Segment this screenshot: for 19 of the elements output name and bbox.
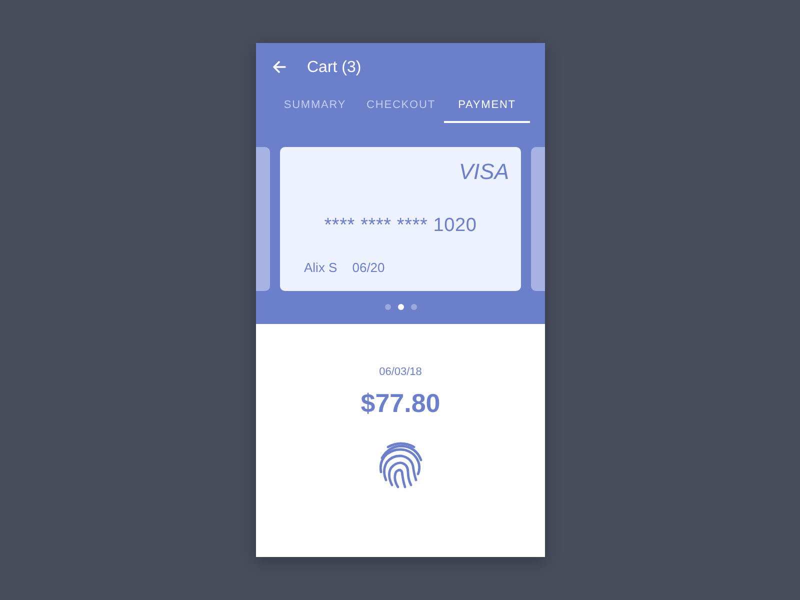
tab[interactable]: SUMMARY xyxy=(272,95,358,123)
back-button[interactable] xyxy=(272,61,286,73)
payment-date: 06/03/18 xyxy=(379,366,422,379)
card-brand: VISA xyxy=(458,159,509,185)
page-dot-icon[interactable] xyxy=(384,304,390,310)
card-peek[interactable] xyxy=(256,147,270,291)
credit-card[interactable]: VISA **** **** **** 1020 Alix S 06/20 xyxy=(280,147,521,291)
page-dot-icon[interactable] xyxy=(410,304,416,310)
card-number: **** **** **** 1020 xyxy=(324,214,477,238)
card-holder: Alix S xyxy=(304,260,338,276)
tab[interactable]: PAYMENT xyxy=(444,95,530,123)
back-arrow-icon xyxy=(272,61,286,73)
payment-amount: $77.80 xyxy=(360,388,440,418)
page-dot-icon[interactable] xyxy=(398,304,404,310)
card-peek[interactable] xyxy=(531,147,545,291)
card-expiry: 06/20 xyxy=(352,260,385,276)
screen-title: Cart (3) xyxy=(307,58,362,76)
tab[interactable]: CHECKOUT xyxy=(358,95,444,123)
fingerprint-icon[interactable] xyxy=(378,441,424,489)
